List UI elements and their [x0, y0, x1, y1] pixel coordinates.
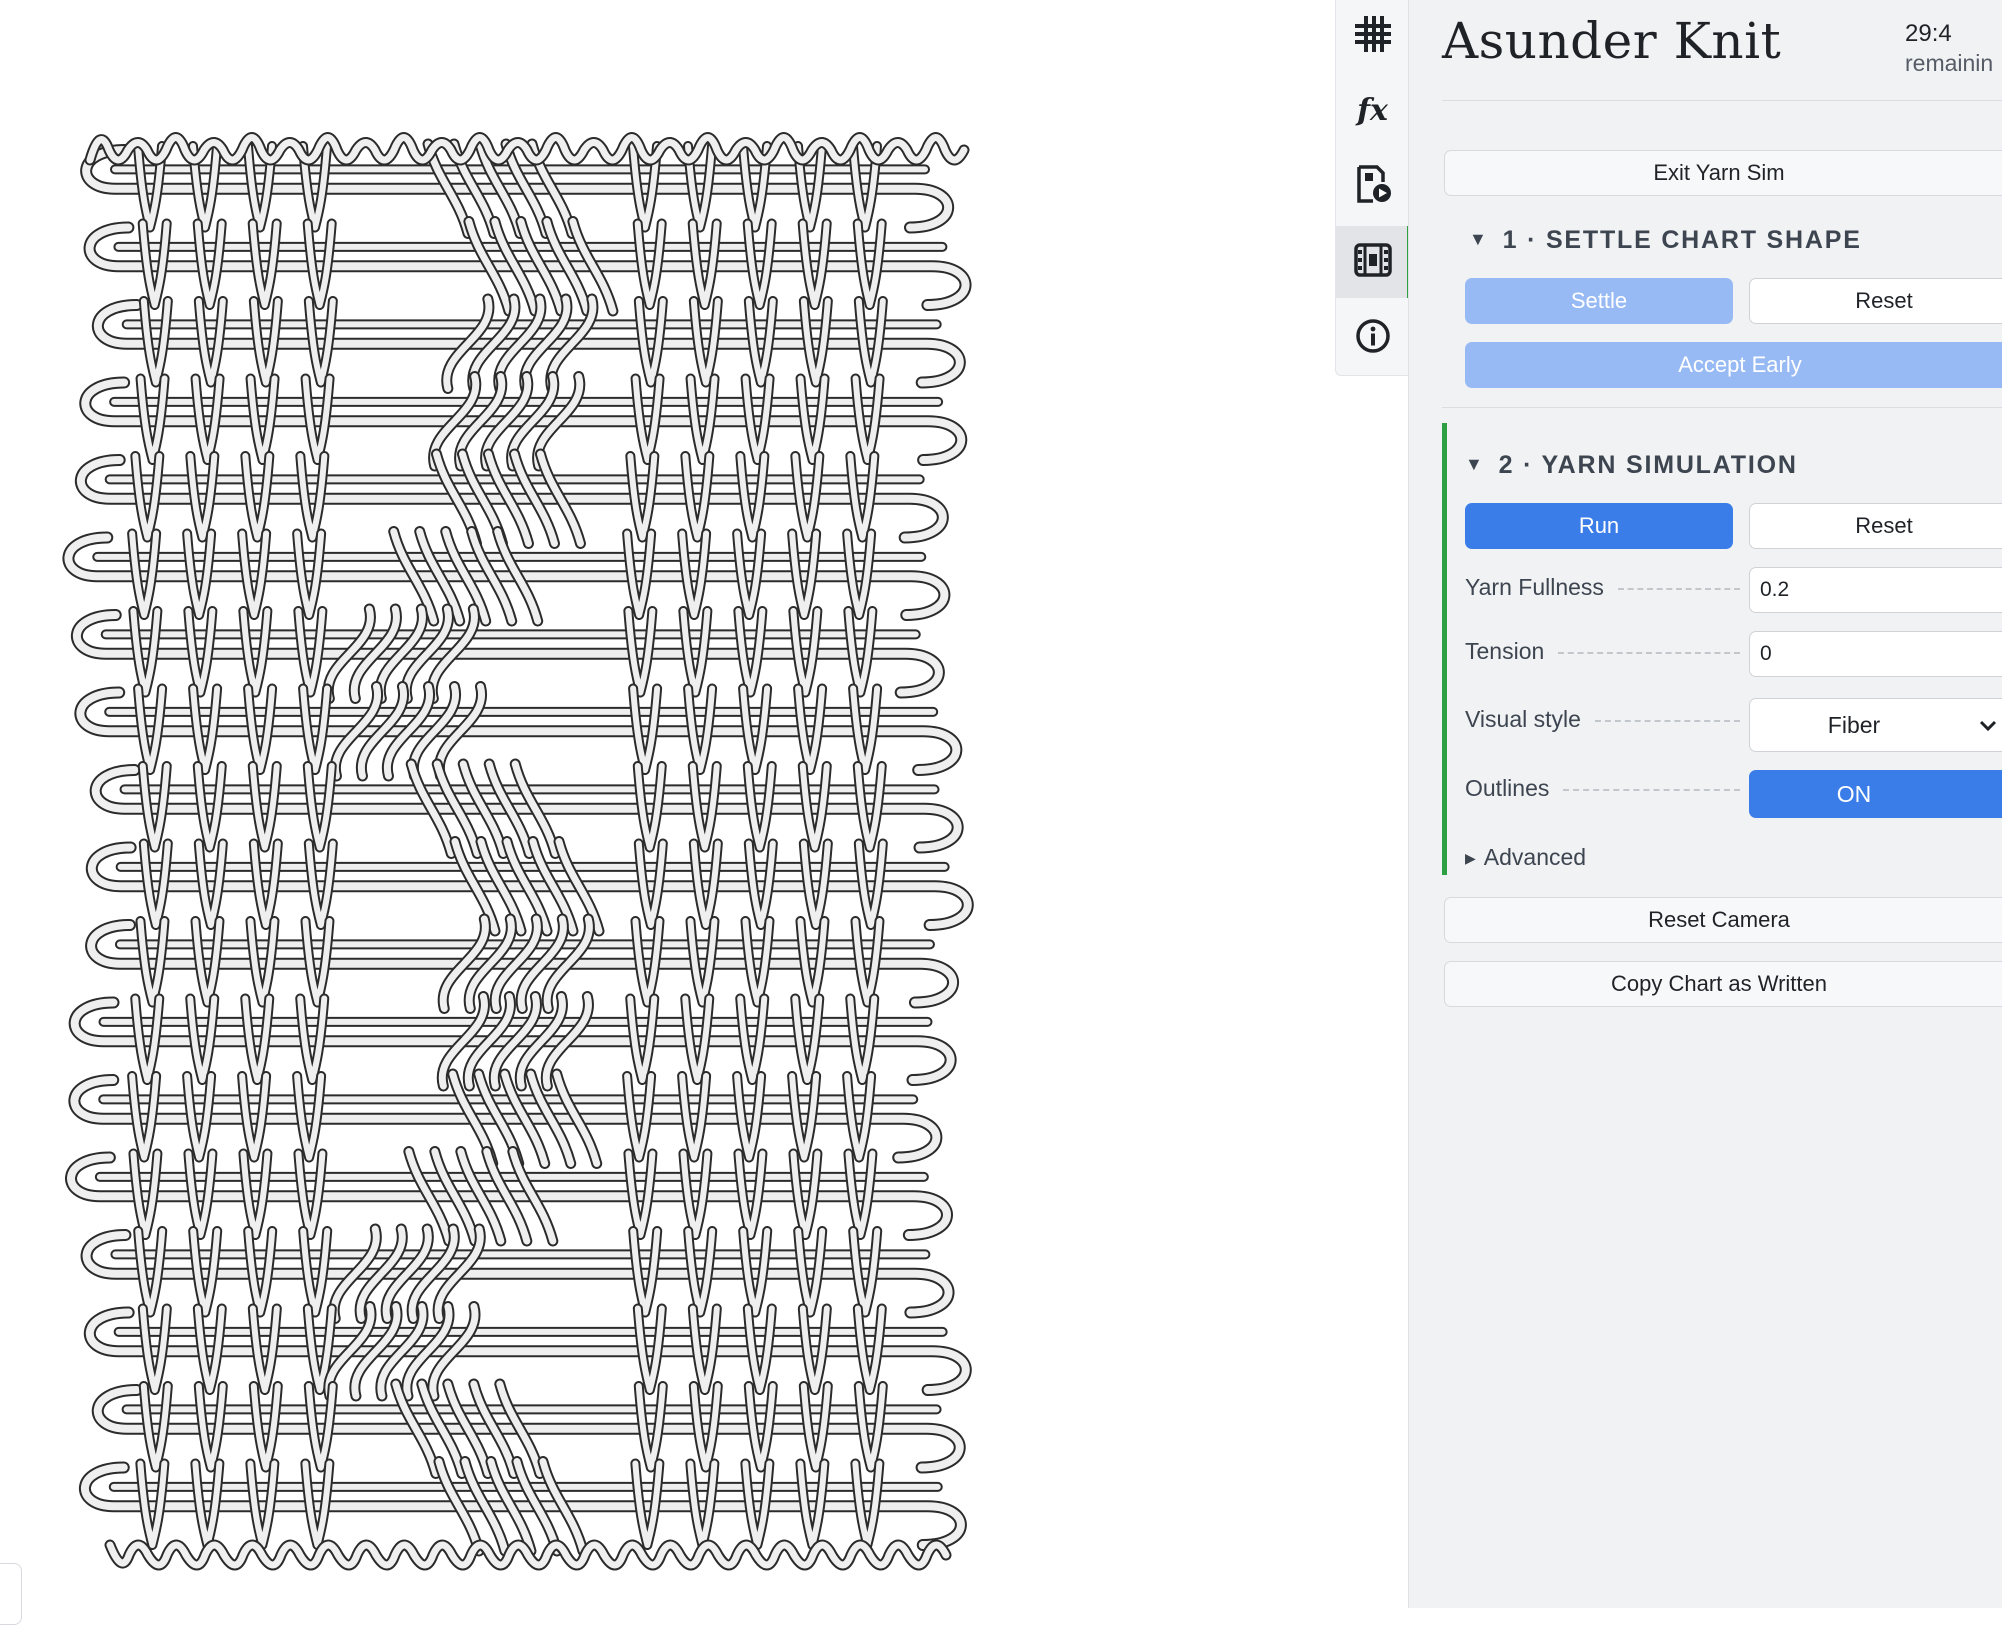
advanced-disclosure[interactable]: ▶ Advanced — [1465, 844, 1586, 871]
yarn-fullness-input[interactable]: 0.2 — [1749, 567, 2002, 613]
copy-chart-button[interactable]: Copy Chart as Written — [1444, 961, 2002, 1007]
settle-button[interactable]: Settle — [1465, 278, 1733, 324]
outlines-row: Outlines — [1465, 775, 1740, 802]
app-title: Asunder Knit — [1442, 12, 1782, 70]
visual-style-row: Visual style — [1465, 706, 1740, 733]
caret-right-icon: ▶ — [1465, 850, 1476, 866]
hash-grid-icon — [1354, 15, 1392, 58]
tension-row: Tension — [1465, 638, 1740, 665]
file-play-icon — [1353, 164, 1393, 209]
visual-style-label: Visual style — [1465, 706, 1581, 732]
leader-dots — [1594, 719, 1740, 722]
rail-button-info[interactable] — [1336, 302, 1409, 374]
outlines-label: Outlines — [1465, 775, 1550, 801]
reset-camera-button[interactable]: Reset Camera — [1444, 897, 2002, 943]
visual-style-select[interactable]: Fiber — [1749, 698, 2002, 752]
rail-button-yarn-sim[interactable] — [1336, 226, 1411, 298]
yarn-fullness-row: Yarn Fullness — [1465, 574, 1740, 601]
fx-icon: fx — [1357, 92, 1388, 128]
run-button[interactable]: Run — [1465, 503, 1733, 549]
timer-label: remainin — [1905, 50, 1994, 76]
info-icon — [1354, 317, 1392, 360]
divider — [1442, 100, 2002, 101]
collapse-triangle-icon: ▼ — [1469, 229, 1489, 249]
simulation-reset-button[interactable]: Reset — [1749, 503, 2002, 549]
simulation-section-header[interactable]: ▼ 2 · YARN SIMULATION — [1465, 451, 1798, 480]
collapse-triangle-icon: ▼ — [1465, 454, 1485, 474]
settle-section-title: 1 · SETTLE CHART SHAPE — [1502, 226, 1862, 254]
tension-input[interactable]: 0 — [1749, 631, 2002, 677]
rail-button-functions[interactable]: fx — [1336, 74, 1409, 146]
accept-early-button[interactable]: Accept Early — [1465, 342, 2002, 388]
chevron-down-icon — [1976, 714, 2000, 744]
rail-button-chart-grid[interactable] — [1336, 0, 1409, 72]
active-section-indicator — [1442, 423, 1447, 875]
yarn-fullness-label: Yarn Fullness — [1465, 574, 1604, 600]
rail-button-simulation-export[interactable] — [1336, 150, 1409, 222]
corner-handle[interactable] — [0, 1563, 22, 1625]
film-strip-icon — [1353, 242, 1393, 283]
knit-swatch-render — [62, 132, 974, 1571]
timer-value: 29:4 — [1905, 20, 1952, 47]
simulation-section-title: 2 · YARN SIMULATION — [1498, 451, 1798, 479]
tool-rail: fx — [1335, 0, 1411, 376]
leader-dots — [1617, 587, 1740, 590]
leader-dots — [1563, 788, 1740, 791]
visual-style-value: Fiber — [1827, 711, 1881, 738]
settle-section-header[interactable]: ▼ 1 · SETTLE CHART SHAPE — [1469, 226, 1862, 255]
leader-dots — [1558, 651, 1740, 654]
outlines-toggle[interactable]: ON — [1749, 770, 2002, 818]
yarn-sim-panel: Asunder Knit 29:4 remainin Exit Yarn Sim… — [1408, 0, 2002, 1608]
tension-label: Tension — [1465, 638, 1545, 664]
settle-reset-button[interactable]: Reset — [1749, 278, 2002, 324]
exit-yarn-sim-button[interactable]: Exit Yarn Sim — [1444, 150, 2002, 196]
divider — [1442, 407, 2002, 408]
advanced-label: Advanced — [1483, 844, 1587, 870]
yarn-sim-canvas[interactable] — [0, 0, 1335, 1625]
